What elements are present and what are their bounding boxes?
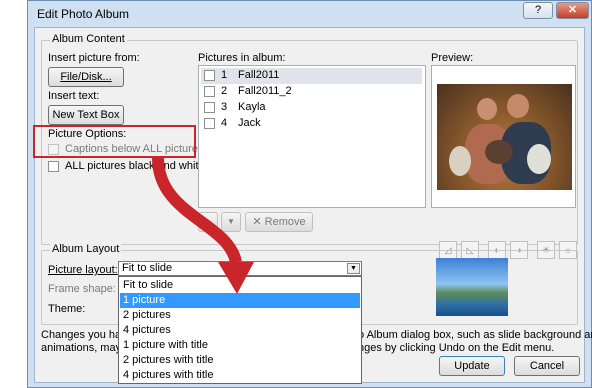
theme-label: Theme: — [48, 303, 86, 315]
album-layout-legend: Album Layout — [50, 243, 122, 255]
pictures-in-album-label: Pictures in album: — [198, 52, 286, 64]
cancel-button[interactable]: Cancel — [514, 356, 580, 376]
file-disk-label: File/Disk... — [60, 71, 112, 83]
file-disk-button[interactable]: File/Disk... — [48, 67, 124, 87]
remove-button[interactable]: ✕ Remove — [245, 212, 313, 232]
black-white-checkbox[interactable] — [48, 161, 59, 172]
update-button[interactable]: Update — [439, 356, 505, 376]
insert-text-label: Insert text: — [48, 90, 100, 102]
list-item[interactable]: 2 Fall2011_2 — [201, 84, 422, 100]
move-down-button[interactable]: ▼ — [221, 212, 241, 232]
layout-option-1-picture[interactable]: 1 picture — [120, 293, 360, 308]
picture-number: 2 — [221, 85, 228, 97]
title-bar: Edit Photo Album ? ✕ — [28, 1, 591, 27]
preview-pane — [431, 65, 576, 208]
picture-checkbox[interactable] — [204, 70, 215, 81]
picture-checkbox[interactable] — [204, 86, 215, 97]
remove-x-icon: ✕ — [252, 216, 265, 228]
remove-label: Remove — [264, 216, 306, 228]
picture-number: 4 — [221, 117, 228, 129]
layout-option-fit-to-slide[interactable]: Fit to slide — [120, 278, 360, 293]
insert-picture-label: Insert picture from: — [48, 52, 140, 64]
new-text-box-button[interactable]: New Text Box — [48, 105, 124, 125]
list-item[interactable]: 4 Jack — [201, 116, 422, 132]
picture-name: Jack — [238, 117, 261, 129]
list-item[interactable]: 1 Fall2011 — [201, 68, 422, 84]
picture-options-callout-box — [33, 125, 196, 158]
picture-checkbox[interactable] — [204, 102, 215, 113]
picture-name: Fall2011_2 — [238, 85, 292, 97]
layout-option-2-pictures-title[interactable]: 2 pictures with title — [120, 353, 360, 368]
picture-name: Fall2011 — [238, 69, 280, 81]
preview-photo — [437, 84, 572, 190]
picture-layout-select[interactable]: Fit to slide ▼ — [118, 261, 362, 276]
help-button[interactable]: ? — [523, 2, 553, 19]
layout-option-2-pictures[interactable]: 2 pictures — [120, 308, 360, 323]
picture-layout-value: Fit to slide — [122, 262, 173, 274]
preview-label: Preview: — [431, 52, 474, 64]
close-button[interactable]: ✕ — [556, 2, 589, 19]
theme-preview-image — [436, 258, 508, 316]
album-content-legend: Album Content — [50, 33, 127, 45]
picture-layout-dropdown: Fit to slide 1 picture 2 pictures 4 pict… — [118, 276, 362, 384]
pictures-in-album-list[interactable]: 1 Fall2011 2 Fall2011_2 3 Kayla 4 Jack — [198, 65, 426, 208]
layout-option-1-picture-title[interactable]: 1 picture with title — [120, 338, 360, 353]
frame-shape-label: Frame shape: — [48, 283, 116, 295]
layout-option-4-pictures-title[interactable]: 4 pictures with title — [120, 368, 360, 383]
move-up-button[interactable]: ▲ — [198, 212, 218, 232]
layout-option-4-pictures[interactable]: 4 pictures — [120, 323, 360, 338]
footer-note-line2-right: nges by clicking Undo on the Edit menu. — [358, 342, 555, 354]
dialog-title: Edit Photo Album — [37, 7, 130, 21]
list-item[interactable]: 3 Kayla — [201, 100, 422, 116]
chevron-down-icon[interactable]: ▼ — [347, 263, 360, 274]
picture-layout-label: Picture layout: — [48, 264, 118, 276]
black-white-label: ALL pictures black and white — [65, 160, 205, 172]
footer-note-line1-right: o Album dialog box, such as slide backgr… — [358, 329, 592, 341]
footer-note-line2-left: animations, may b — [41, 342, 131, 354]
picture-checkbox[interactable] — [204, 118, 215, 129]
picture-number: 1 — [221, 69, 228, 81]
picture-name: Kayla — [238, 101, 266, 113]
picture-number: 3 — [221, 101, 228, 113]
